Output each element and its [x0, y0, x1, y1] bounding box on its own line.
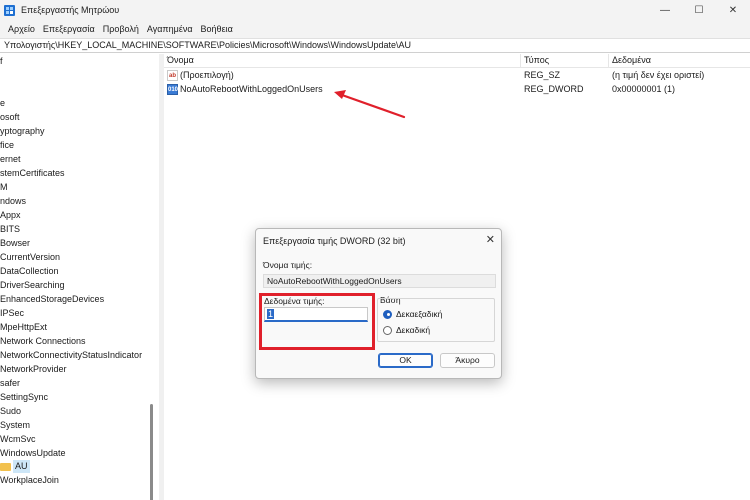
window-title: Επεξεργαστής Μητρώου — [21, 5, 120, 15]
folder-icon — [0, 462, 11, 471]
value-name-label: Όνομα τιμής: — [263, 260, 313, 270]
column-header-name[interactable]: Όνομα — [167, 55, 194, 65]
value-data-label: Δεδομένα τιμής: — [264, 296, 325, 306]
tree-item[interactable]: M — [0, 181, 8, 194]
tree-item[interactable]: Network Connections — [0, 335, 86, 348]
radio-dec-label: Δεκαδική — [396, 325, 431, 335]
registry-editor-icon — [4, 4, 15, 16]
radio-hexadecimal[interactable]: Δεκαεξαδική — [383, 309, 442, 319]
column-separator[interactable] — [520, 54, 521, 68]
column-header-type[interactable]: Τύπος — [524, 55, 549, 65]
radio-hex-label: Δεκαεξαδική — [396, 309, 443, 319]
tree-item[interactable]: Appx — [0, 209, 21, 222]
tree-item[interactable]: WindowsUpdate — [0, 447, 66, 460]
radio-checked-icon[interactable] — [383, 309, 392, 319]
tree-item[interactable]: stemCertificates — [0, 167, 65, 180]
list-row[interactable]: ab (Προεπιλογή) REG_SZ (η τιμή δεν έχει … — [164, 69, 750, 83]
minimize-button[interactable]: — — [648, 0, 682, 20]
value-name: (Προεπιλογή) — [180, 70, 234, 80]
tree-item[interactable]: f — [0, 55, 3, 68]
tree-item[interactable]: NetworkProvider — [0, 363, 67, 376]
menu-file[interactable]: Αρχείο — [4, 24, 39, 34]
dialog-close-icon[interactable]: ✕ — [486, 233, 495, 246]
title-bar: Επεξεργαστής Μητρώου — ☐ ✕ — [0, 0, 750, 20]
tree-item[interactable]: EnhancedStorageDevices — [0, 293, 104, 306]
tree-item[interactable]: Bowser — [0, 237, 30, 250]
value-name-field: NoAutoRebootWithLoggedOnUsers — [263, 274, 496, 288]
tree-scrollbar[interactable] — [150, 404, 153, 500]
tree-item[interactable]: fice — [0, 139, 14, 152]
dword-value-icon: 010 — [167, 84, 178, 95]
tree-item[interactable]: WcmSvc — [0, 433, 36, 446]
tree-item[interactable]: yptography — [0, 125, 45, 138]
menu-help[interactable]: Βοήθεια — [197, 24, 237, 34]
tree-item[interactable]: DataCollection — [0, 265, 59, 278]
window-controls: — ☐ ✕ — [648, 0, 750, 20]
menu-view[interactable]: Προβολή — [99, 24, 143, 34]
tree-item[interactable]: e — [0, 97, 5, 110]
tree-item[interactable]: WorkplaceJoin — [0, 474, 59, 487]
tree-item[interactable]: BITS — [0, 223, 20, 236]
menu-favorites[interactable]: Αγαπημένα — [143, 24, 197, 34]
column-separator[interactable] — [608, 54, 609, 68]
radio-unchecked-icon[interactable] — [383, 325, 392, 335]
tree-item[interactable]: safer — [0, 377, 20, 390]
tree-item[interactable]: MpeHttpExt — [0, 321, 47, 334]
ok-button[interactable]: OK — [378, 353, 433, 368]
menu-bar: Αρχείο Επεξεργασία Προβολή Αγαπημένα Βοή… — [0, 20, 750, 38]
value-data: 0x00000001 (1) — [612, 84, 676, 94]
tree-item[interactable]: ernet — [0, 153, 21, 166]
address-bar[interactable]: Υπολογιστής\HKEY_LOCAL_MACHINE\SOFTWARE\… — [0, 38, 750, 53]
key-tree[interactable]: f e osoft yptography fice ernet stemCert… — [0, 54, 159, 500]
tree-item-label: AU — [13, 460, 30, 473]
value-data-input[interactable]: 1 — [264, 307, 368, 322]
tree-item[interactable]: System — [0, 419, 30, 432]
tree-item-selected[interactable]: AU — [0, 460, 30, 473]
list-row[interactable]: 010 NoAutoRebootWithLoggedOnUsers REG_DW… — [164, 83, 750, 97]
value-data: (η τιμή δεν έχει οριστεί) — [612, 70, 705, 80]
cancel-button[interactable]: Άκυρο — [440, 353, 495, 368]
tree-item[interactable]: SettingSync — [0, 391, 48, 404]
list-header: Όνομα Τύπος Δεδομένα — [164, 54, 750, 68]
tree-item[interactable]: Sudo — [0, 405, 21, 418]
tree-item[interactable]: CurrentVersion — [0, 251, 60, 264]
dialog-title: Επεξεργασία τιμής DWORD (32 bit) — [263, 236, 406, 246]
tree-item[interactable]: ndows — [0, 195, 26, 208]
value-type: REG_DWORD — [524, 84, 584, 94]
value-data-text: 1 — [267, 309, 275, 319]
tree-item[interactable]: NetworkConnectivityStatusIndicator — [0, 349, 142, 362]
column-header-data[interactable]: Δεδομένα — [612, 55, 651, 65]
radio-decimal[interactable]: Δεκαδική — [383, 325, 430, 335]
value-name: NoAutoRebootWithLoggedOnUsers — [180, 84, 323, 94]
base-group — [377, 298, 495, 342]
value-type: REG_SZ — [524, 70, 561, 80]
annotation-arrow-icon — [334, 90, 406, 119]
tree-item[interactable]: osoft — [0, 111, 20, 124]
tree-item[interactable]: DriverSearching — [0, 279, 65, 292]
edit-dword-dialog: Επεξεργασία τιμής DWORD (32 bit) ✕ Όνομα… — [255, 228, 502, 379]
menu-edit[interactable]: Επεξεργασία — [39, 24, 99, 34]
close-window-button[interactable]: ✕ — [716, 0, 750, 20]
string-value-icon: ab — [167, 70, 178, 81]
maximize-button[interactable]: ☐ — [682, 0, 716, 20]
tree-item[interactable]: IPSec — [0, 307, 24, 320]
